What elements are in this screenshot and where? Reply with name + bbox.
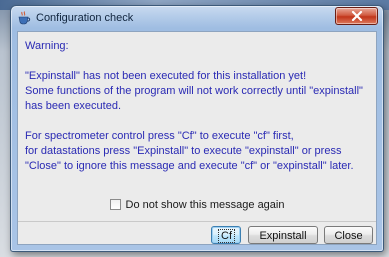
expinstall-button[interactable]: Expinstall [248,226,318,244]
cf-button-label: Cf [218,229,235,243]
message-line: for datastations press "Expinstall" to e… [25,145,342,157]
configuration-check-dialog: Configuration check Warning: "Expinstall… [10,5,384,252]
cf-button[interactable]: Cf [211,226,241,244]
message-line: Some functions of the program will not w… [25,85,363,97]
message-line: "Close" to ignore this message and execu… [25,160,354,172]
warning-heading: Warning: [25,40,69,52]
close-button[interactable]: Close [324,226,373,244]
title-bar[interactable]: Configuration check [11,6,383,30]
dialog-content: Warning: "Expinstall" has not been execu… [17,31,377,245]
message-line: "Expinstall" has not been executed for t… [25,70,307,82]
dont-show-again-row: Do not show this message again [18,199,376,215]
message-line: has been executed. [25,100,122,112]
message-line: For spectrometer control press "Cf" to e… [25,130,294,142]
dont-show-again-label[interactable]: Do not show this message again [126,199,285,211]
close-x-icon [351,11,363,21]
window-close-button[interactable] [335,7,378,25]
java-coffee-cup-icon [17,11,31,25]
dialog-title: Configuration check [36,12,134,24]
dont-show-again-checkbox[interactable] [109,199,121,210]
button-divider [18,221,376,222]
